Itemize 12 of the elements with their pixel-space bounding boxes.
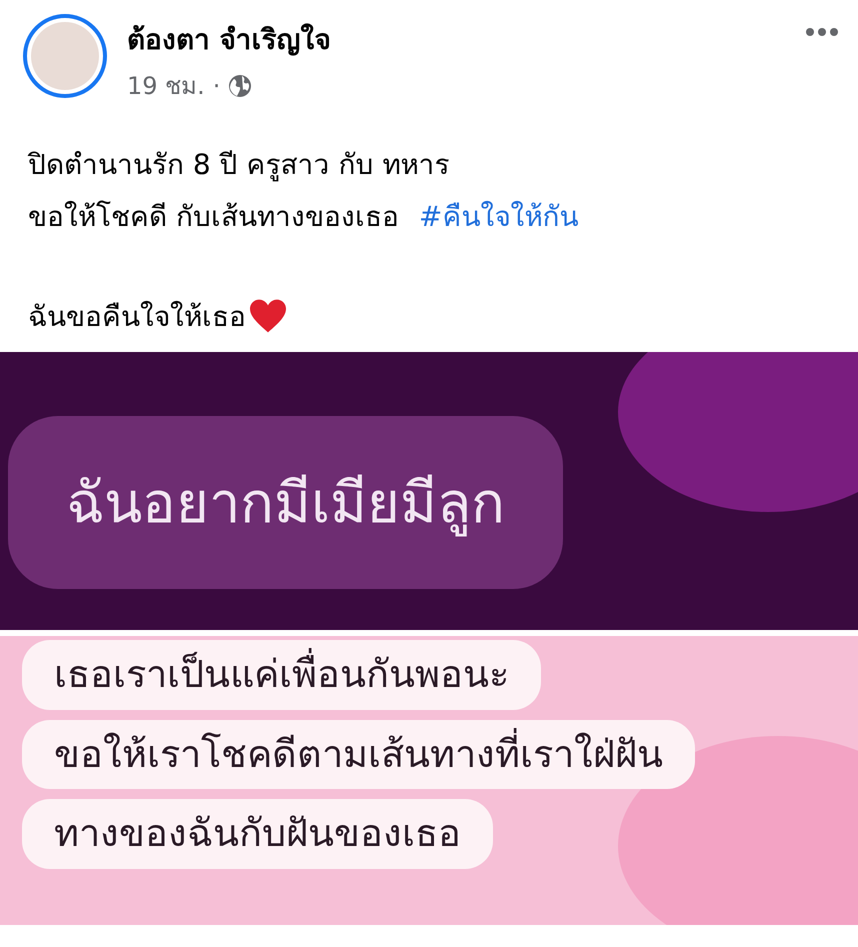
- chat-bubble: เธอเราเป็นแค่เพื่อนกันพอนะ: [22, 640, 541, 710]
- chat-bubble: ขอให้เราโชคดีตามเส้นทางที่เราใฝ่ฝัน: [22, 720, 695, 790]
- chat-bubble: ฉันอยากมีเมียมีลูก: [8, 416, 563, 589]
- post-time[interactable]: 19 ชม.: [127, 66, 205, 105]
- separator-dot: ·: [212, 72, 220, 100]
- chat-bubble: ทางของฉันกับฝันของเธอ: [22, 799, 493, 869]
- globe-icon: [228, 74, 252, 98]
- post-text: ฉันขอคืนใจให้เธอ: [28, 299, 246, 335]
- hashtag-link[interactable]: #คืนใจให้กัน: [418, 194, 578, 238]
- author-name[interactable]: ต้องตา จำเริญใจ: [127, 22, 786, 58]
- post-text: ขอให้โชคดี กับเส้นทางของเธอ: [28, 199, 399, 235]
- post-text: ปิดตำนานรัก 8 ปี ครูสาว กับ ทหาร: [28, 147, 450, 184]
